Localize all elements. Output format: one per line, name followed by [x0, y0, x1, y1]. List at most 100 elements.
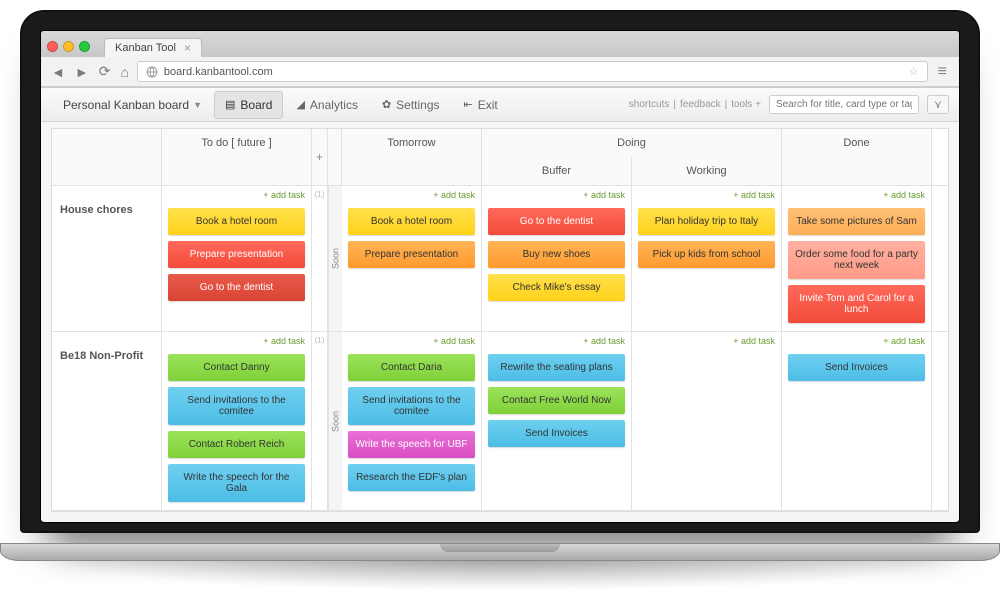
column-cell: add task Book a hotel room Prepare present… — [342, 186, 482, 331]
app-toolbar: Personal Kanban board ▼ ▤ Board ◢ Analyt… — [41, 88, 959, 122]
nav-forward-icon[interactable]: ► — [73, 62, 91, 82]
nav-back-icon[interactable]: ◄ — [49, 62, 67, 82]
column-cell: add task Plan holiday trip to Italy Pick u… — [632, 186, 782, 331]
nav-reload-icon[interactable]: ⟳ — [97, 61, 113, 82]
add-task-button[interactable]: add task — [348, 336, 475, 346]
soon-label: Soon — [328, 332, 342, 510]
col-todo: To do [ future ] — [162, 129, 312, 185]
kanban-card[interactable]: Contact Robert Reich — [168, 431, 305, 458]
board-nav: ▤ Board ◢ Analytics ✿ Settings ⇤ Exit — [214, 91, 509, 119]
kanban-card[interactable]: Research the EDF's plan — [348, 464, 475, 491]
kanban-card[interactable]: Contact Danny — [168, 354, 305, 381]
column-cell: add task Go to the dentist Buy new shoes Ch… — [482, 186, 632, 331]
address-bar[interactable]: board.kanbantool.com ☆ — [137, 61, 928, 82]
link-feedback[interactable]: feedback — [680, 99, 721, 110]
maximize-window-icon[interactable] — [79, 41, 90, 52]
add-task-button[interactable]: add task — [168, 190, 305, 200]
kanban-card[interactable]: Rewrite the seating plans — [488, 354, 625, 381]
column-cell: add task Send Invoices — [782, 332, 932, 510]
swimlane-row: House chores add task Book a hotel room Pre… — [52, 186, 948, 332]
nav-exit[interactable]: ⇤ Exit — [453, 91, 509, 119]
board-name: Personal Kanban board — [63, 98, 189, 112]
kanban-card[interactable]: Invite Tom and Carol for a lunch — [788, 285, 925, 323]
soon-label: Soon — [328, 186, 342, 331]
nav-board[interactable]: ▤ Board — [214, 91, 283, 119]
kanban-card[interactable]: Check Mike's essay — [488, 274, 625, 301]
kanban-card[interactable]: Prepare presentation — [168, 241, 305, 268]
gear-icon: ✿ — [382, 98, 391, 111]
kanban-card[interactable]: Send invitations to the comitee — [168, 387, 305, 425]
kanban-card[interactable]: Prepare presentation — [348, 241, 475, 268]
kanban-card[interactable]: Contact Free World Now — [488, 387, 625, 414]
reflection — [50, 561, 950, 591]
nav-analytics[interactable]: ◢ Analytics — [285, 91, 369, 119]
globe-icon — [146, 66, 158, 78]
search-input[interactable] — [769, 95, 919, 114]
filter-button[interactable]: ⋎ — [927, 95, 949, 114]
laptop-frame: Kanban Tool × ◄ ► ⟳ ⌂ board.kanbantool.c… — [20, 10, 980, 533]
board-selector[interactable]: Personal Kanban board ▼ — [51, 92, 214, 118]
analytics-icon: ◢ — [296, 98, 304, 111]
add-task-button[interactable]: add task — [488, 336, 625, 346]
minimize-window-icon[interactable] — [63, 41, 74, 52]
add-task-button[interactable]: add task — [788, 336, 925, 346]
kanban-card[interactable]: Send Invoices — [488, 420, 625, 447]
kanban-card[interactable]: Send Invoices — [788, 354, 925, 381]
col-working: Working — [632, 157, 782, 185]
add-task-button[interactable]: add task — [788, 190, 925, 200]
col-soon-header — [328, 129, 342, 185]
kanban-card[interactable]: Order some food for a party next week — [788, 241, 925, 279]
swimlane-label: House chores — [52, 186, 162, 331]
wip-count: (1) — [312, 332, 328, 510]
swimlane-row: Be18 Non-Profit add task Contact Danny Send… — [52, 332, 948, 511]
kanban-card[interactable]: Go to the dentist — [168, 274, 305, 301]
caret-down-icon: ▼ — [193, 100, 202, 110]
close-window-icon[interactable] — [47, 41, 58, 52]
kanban-card[interactable]: Write the speech for the Gala — [168, 464, 305, 502]
header-blank2 — [52, 157, 162, 185]
column-cell: add task Take some pictures of Sam Order s… — [782, 186, 932, 331]
column-cell: add task Rewrite the seating plans Contact… — [482, 332, 632, 510]
kanban-card[interactable]: Write the speech for UBF — [348, 431, 475, 458]
kanban-card[interactable]: Go to the dentist — [488, 208, 625, 235]
swimlane-label: Be18 Non-Profit — [52, 332, 162, 510]
col-tomorrow: Tomorrow — [342, 129, 482, 185]
column-cell: add task Contact Danny Send invitations to… — [162, 332, 312, 510]
laptop-base — [0, 543, 1000, 561]
kanban-card[interactable]: Book a hotel room — [348, 208, 475, 235]
quick-links: shortcuts | feedback | tools + — [629, 99, 761, 110]
browser-tab[interactable]: Kanban Tool × — [104, 38, 202, 57]
column-cell: add task Contact Daria Send invitations to… — [342, 332, 482, 510]
browser-menu-icon[interactable]: ≡ — [934, 63, 951, 81]
link-tools[interactable]: tools + — [731, 99, 761, 110]
screen: Kanban Tool × ◄ ► ⟳ ⌂ board.kanbantool.c… — [40, 30, 960, 523]
url-text: board.kanbantool.com — [164, 66, 273, 78]
column-cell: add task — [632, 332, 782, 510]
board-icon: ▤ — [225, 98, 235, 111]
column-cell: add task Book a hotel room Prepare present… — [162, 186, 312, 331]
col-doing: Doing — [482, 129, 782, 157]
kanban-card[interactable]: Pick up kids from school — [638, 241, 775, 268]
kanban-card[interactable]: Take some pictures of Sam — [788, 208, 925, 235]
kanban-card[interactable]: Buy new shoes — [488, 241, 625, 268]
kanban-card[interactable]: Contact Daria — [348, 354, 475, 381]
tab-close-icon[interactable]: × — [184, 42, 191, 54]
add-task-button[interactable]: add task — [168, 336, 305, 346]
kanban-card[interactable]: Send invitations to the comitee — [348, 387, 475, 425]
kanban-card[interactable]: Book a hotel room — [168, 208, 305, 235]
add-column-button[interactable]: + — [312, 129, 328, 185]
tab-title: Kanban Tool — [115, 42, 176, 54]
add-task-button[interactable]: add task — [638, 336, 775, 346]
add-task-button[interactable]: add task — [348, 190, 475, 200]
kanban-board: To do [ future ] + Tomorrow Doing Done B… — [51, 128, 949, 512]
nav-home-icon[interactable]: ⌂ — [118, 62, 130, 82]
kanban-card[interactable]: Plan holiday trip to Italy — [638, 208, 775, 235]
header-blank — [52, 129, 162, 157]
col-buffer: Buffer — [482, 157, 632, 185]
bookmark-star-icon[interactable]: ☆ — [909, 65, 919, 78]
add-task-button[interactable]: add task — [488, 190, 625, 200]
browser-chrome: Kanban Tool × ◄ ► ⟳ ⌂ board.kanbantool.c… — [41, 31, 959, 88]
add-task-button[interactable]: add task — [638, 190, 775, 200]
link-shortcuts[interactable]: shortcuts — [629, 99, 670, 110]
nav-settings[interactable]: ✿ Settings — [371, 91, 451, 119]
